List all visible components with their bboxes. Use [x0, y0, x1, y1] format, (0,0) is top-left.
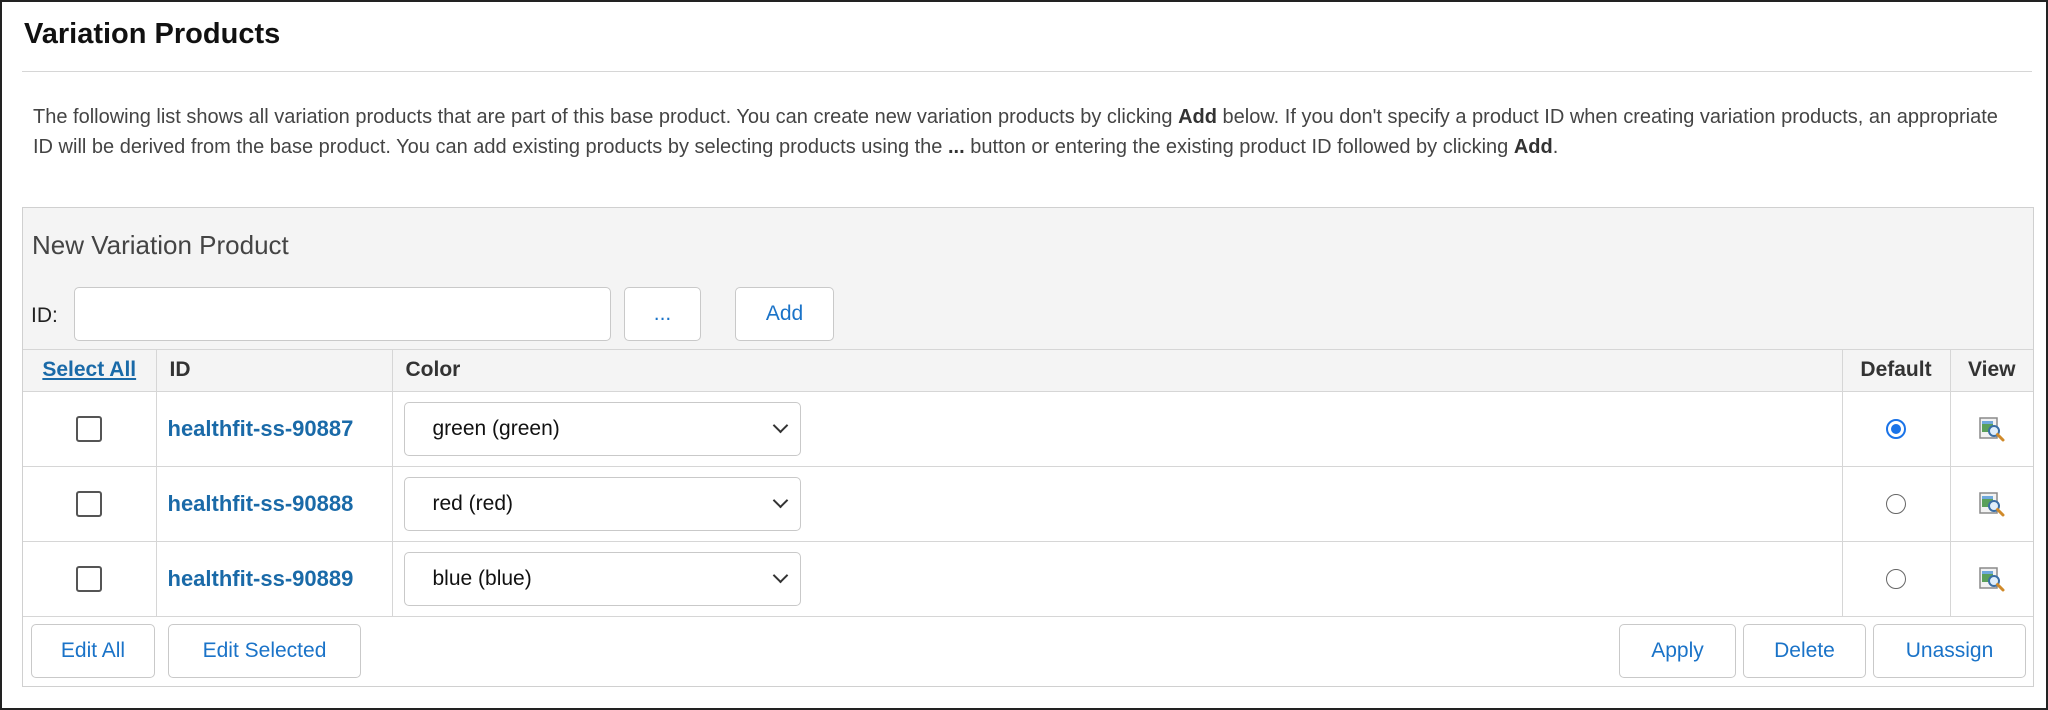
- view-product-icon[interactable]: [1978, 490, 2006, 518]
- view-product-icon[interactable]: [1978, 415, 2006, 443]
- chevron-down-icon: [772, 417, 788, 434]
- default-header: Default: [1842, 350, 1951, 392]
- default-radio[interactable]: [1886, 418, 1906, 439]
- color-select[interactable]: green (green): [403, 401, 801, 456]
- product-id-cell: healthfit-ss-90888: [156, 466, 393, 542]
- select-all-header: Select All: [23, 350, 157, 392]
- view-cell: [1950, 391, 2033, 467]
- color-cell: green (green): [392, 391, 1843, 467]
- default-cell: [1842, 391, 1951, 467]
- product-id-cell: healthfit-ss-90889: [156, 541, 393, 617]
- new-variation-section: New Variation Product ID: ... Add: [23, 208, 2033, 350]
- color-header: Color: [392, 350, 1843, 392]
- page-description: The following list shows all variation p…: [33, 102, 2023, 162]
- description-text-3: button or entering the existing product …: [964, 136, 1514, 158]
- id-header: ID: [156, 350, 393, 392]
- view-header: View: [1950, 350, 2033, 392]
- browse-products-button[interactable]: ...: [624, 287, 701, 341]
- add-variation-button[interactable]: Add: [735, 287, 834, 341]
- description-text-4: .: [1552, 136, 1559, 158]
- table-row: healthfit-ss-90889 blue (blue): [23, 541, 2033, 617]
- select-all-link[interactable]: Select All: [42, 358, 136, 381]
- page-title: Variation Products: [24, 18, 281, 50]
- color-select[interactable]: blue (blue): [403, 551, 801, 606]
- edit-all-button[interactable]: Edit All: [31, 624, 155, 678]
- row-checkbox[interactable]: [76, 490, 103, 517]
- window-frame: Variation Products The following list sh…: [0, 0, 2048, 710]
- product-id-link[interactable]: healthfit-ss-90888: [157, 491, 354, 516]
- unassign-button[interactable]: Unassign: [1873, 624, 2026, 678]
- default-cell: [1842, 541, 1951, 617]
- title-divider: [22, 71, 2032, 72]
- table-header-row: Select All ID Color Default View: [23, 350, 2033, 392]
- color-select-value: blue (blue): [432, 566, 532, 590]
- variation-table: Select All ID Color Default View healthf…: [23, 350, 2033, 617]
- row-checkbox[interactable]: [76, 565, 103, 592]
- product-id-link[interactable]: healthfit-ss-90889: [157, 566, 354, 591]
- default-cell: [1842, 466, 1951, 542]
- row-select-cell: [23, 391, 157, 467]
- row-select-cell: [23, 466, 157, 542]
- view-product-icon[interactable]: [1978, 565, 2006, 593]
- apply-button[interactable]: Apply: [1619, 624, 1736, 678]
- id-label: ID:: [31, 304, 58, 327]
- color-cell: blue (blue): [392, 541, 1843, 617]
- color-select-value: red (red): [432, 491, 514, 515]
- color-select-value: green (green): [432, 416, 560, 440]
- variation-panel: New Variation Product ID: ... Add Select…: [22, 207, 2034, 687]
- chevron-down-icon: [772, 492, 788, 509]
- edit-selected-button[interactable]: Edit Selected: [168, 624, 361, 678]
- row-select-cell: [23, 541, 157, 617]
- product-id-cell: healthfit-ss-90887: [156, 391, 393, 467]
- default-radio[interactable]: [1886, 493, 1906, 514]
- new-variation-title: New Variation Product: [32, 230, 289, 260]
- chevron-down-icon: [772, 567, 788, 584]
- description-add-word: Add: [1178, 106, 1217, 128]
- delete-button[interactable]: Delete: [1743, 624, 1866, 678]
- product-id-link[interactable]: healthfit-ss-90887: [157, 416, 354, 441]
- table-row: healthfit-ss-90888 red (red): [23, 466, 2033, 542]
- table-row: healthfit-ss-90887 green (green): [23, 391, 2033, 467]
- view-cell: [1950, 541, 2033, 617]
- color-cell: red (red): [392, 466, 1843, 542]
- default-radio[interactable]: [1886, 568, 1906, 589]
- row-checkbox[interactable]: [76, 415, 103, 442]
- description-text-1: The following list shows all variation p…: [33, 106, 1179, 128]
- color-select[interactable]: red (red): [403, 476, 801, 531]
- description-add-word-2: Add: [1513, 136, 1553, 158]
- product-id-input[interactable]: [74, 287, 611, 341]
- view-cell: [1950, 466, 2033, 542]
- description-ellipsis-word: ...: [947, 136, 965, 158]
